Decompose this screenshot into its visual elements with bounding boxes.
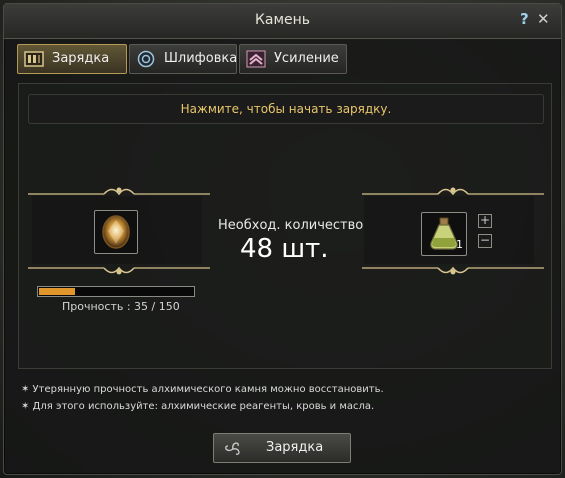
ornament-divider [28, 187, 210, 196]
charge-icon [24, 51, 44, 67]
tab-enhance[interactable]: Усиление [239, 44, 347, 74]
ornament-divider [362, 266, 544, 275]
triskelion-icon [225, 442, 240, 455]
charge-button[interactable]: Зарядка [213, 433, 351, 463]
stone-item-slot[interactable] [94, 210, 138, 254]
close-icon[interactable]: ✕ [537, 11, 550, 27]
durability-fill [39, 288, 75, 295]
tab-charge-label: Зарядка [52, 51, 110, 66]
note-line: ✶ Утерянную прочность алхимического камн… [21, 384, 384, 395]
window-title: Камень [254, 12, 311, 28]
charge-button-label: Зарядка [266, 440, 324, 455]
increase-button[interactable]: + [478, 214, 492, 228]
required-quantity-label: Необход. количество [218, 218, 364, 233]
material-quantity: 1 [456, 238, 463, 251]
enhance-icon [246, 50, 266, 68]
durability-bar [37, 286, 195, 297]
tab-polish[interactable]: Шлифовка [129, 44, 237, 74]
ornament-divider [28, 266, 210, 275]
durability-label: Прочность : 35 / 150 [62, 300, 180, 313]
note-line: ✶ Для этого используйте: алхимические ре… [21, 401, 375, 412]
title-bar[interactable]: Камень ? ✕ [4, 4, 561, 39]
required-quantity-value: 48 шт. [240, 234, 329, 264]
start-hint[interactable]: Нажмите, чтобы начать зарядку. [28, 94, 544, 124]
tab-enhance-label: Усиление [274, 51, 339, 66]
tab-charge[interactable]: Зарядка [17, 44, 127, 74]
alchemy-stone-icon [102, 215, 130, 249]
polish-icon [137, 50, 155, 68]
tab-polish-label: Шлифовка [164, 51, 238, 66]
ornament-divider [362, 187, 544, 196]
help-icon[interactable]: ? [520, 11, 529, 27]
decrease-button[interactable]: − [478, 234, 492, 248]
